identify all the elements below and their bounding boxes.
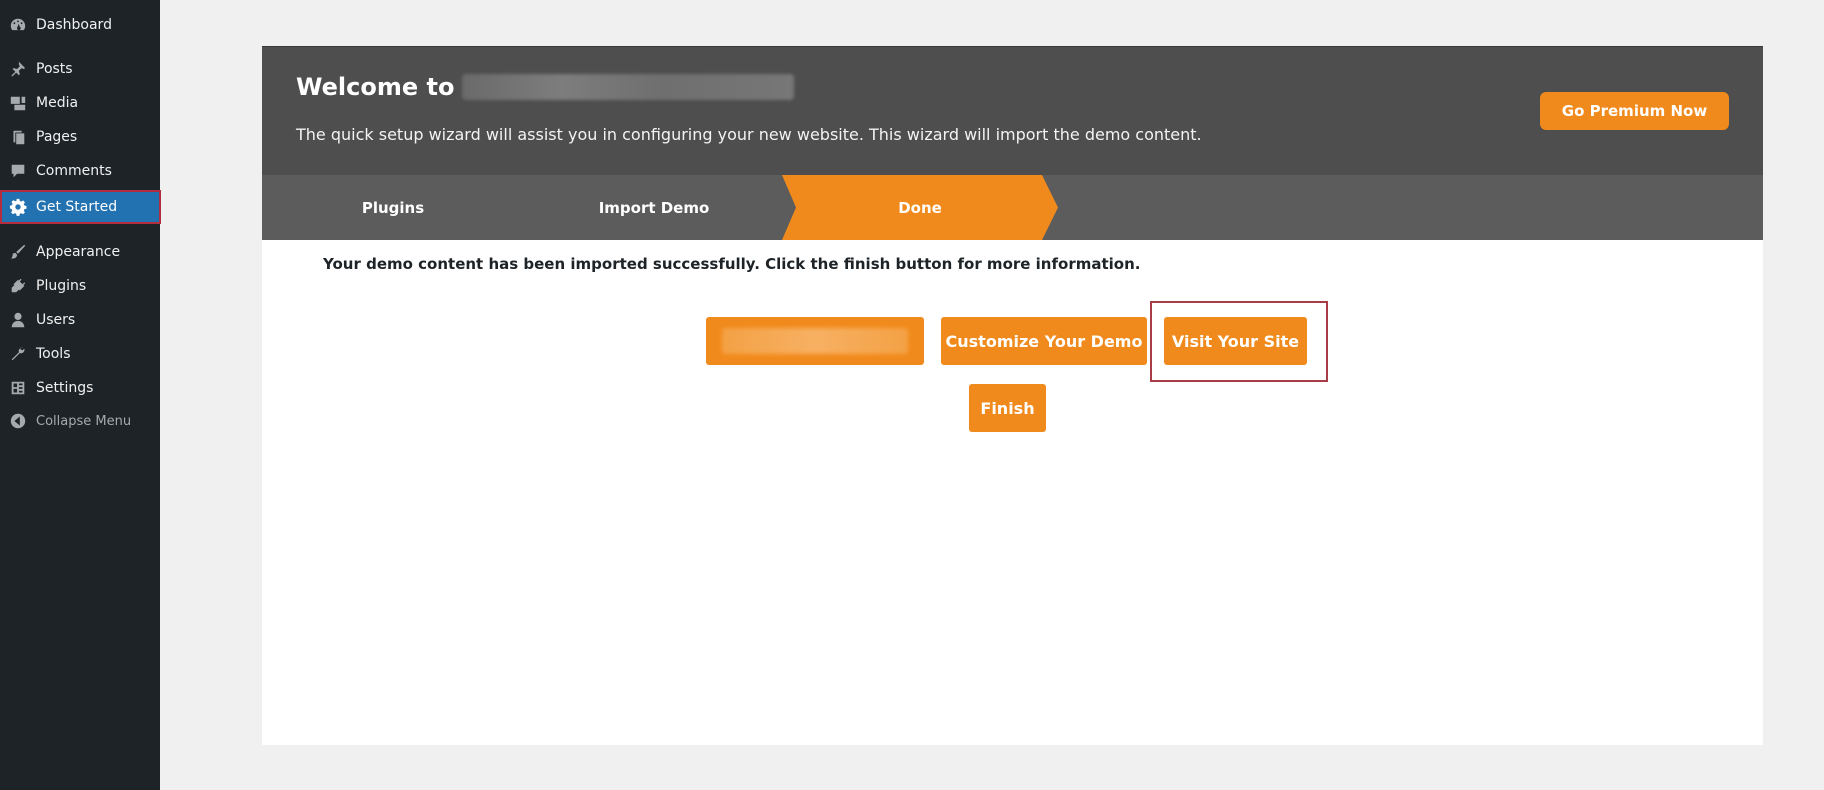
blurred-label [722,328,908,354]
settings-icon [8,378,28,398]
sidebar-item-label: Posts [36,61,73,77]
step-done[interactable]: Done [782,175,1058,240]
sidebar-item-label: Plugins [36,278,87,294]
sidebar-item-label: Get Started [36,199,118,215]
go-premium-button[interactable]: Go Premium Now [1540,92,1729,130]
customize-demo-button[interactable]: Customize Your Demo [941,317,1147,365]
wizard-description: The quick setup wizard will assist you i… [296,125,1202,144]
brush-icon [8,242,28,262]
sidebar-item-label: Dashboard [36,17,112,33]
setup-wizard-panel: Welcome to The quick setup wizard will a… [262,46,1763,745]
user-icon [8,310,28,330]
sidebar-item-label: Media [36,95,79,111]
dashboard-icon [8,15,28,35]
step-import-demo[interactable]: Import Demo [524,175,784,240]
sidebar-item-users[interactable]: Users [0,303,160,337]
wizard-title: Welcome to [296,73,795,101]
sidebar-item-label: Collapse Menu [36,413,132,429]
sidebar-item-posts[interactable]: Posts [0,52,160,86]
success-message: Your demo content has been imported succ… [323,255,1141,273]
collapse-menu-button[interactable]: Collapse Menu [0,404,160,438]
finish-button[interactable]: Finish [969,384,1046,432]
visit-site-button[interactable]: Visit Your Site [1164,317,1307,365]
pin-icon [8,59,28,79]
admin-sidebar: Dashboard Posts Media Pages Comments Get… [0,0,161,790]
sidebar-item-pages[interactable]: Pages [0,120,160,154]
sidebar-item-label: Appearance [36,244,121,260]
sidebar-item-get-started[interactable]: Get Started [0,190,161,224]
sidebar-item-settings[interactable]: Settings [0,371,160,405]
wrench-icon [8,344,28,364]
collapse-icon [8,411,28,431]
sidebar-item-dashboard[interactable]: Dashboard [0,8,160,42]
wizard-header: Welcome to The quick setup wizard will a… [262,46,1763,175]
gear-icon [8,197,28,217]
sidebar-item-label: Comments [36,163,112,179]
sidebar-item-label: Tools [36,346,71,362]
media-icon [8,93,28,113]
sidebar-item-label: Settings [36,380,94,396]
wizard-steps: Plugins Import Demo Done [262,175,1763,240]
blurred-site-name [462,74,795,100]
sidebar-item-media[interactable]: Media [0,86,160,120]
wizard-title-text: Welcome to [296,73,455,101]
step-plugins[interactable]: Plugins [262,175,524,240]
plugin-icon [8,276,28,296]
pages-icon [8,127,28,147]
sidebar-item-plugins[interactable]: Plugins [0,269,160,303]
sidebar-item-tools[interactable]: Tools [0,337,160,371]
blurred-action-button[interactable] [706,317,924,365]
sidebar-item-comments[interactable]: Comments [0,154,160,188]
sidebar-item-appearance[interactable]: Appearance [0,235,160,269]
sidebar-item-label: Pages [36,129,78,145]
comment-icon [8,161,28,181]
sidebar-item-label: Users [36,312,76,328]
